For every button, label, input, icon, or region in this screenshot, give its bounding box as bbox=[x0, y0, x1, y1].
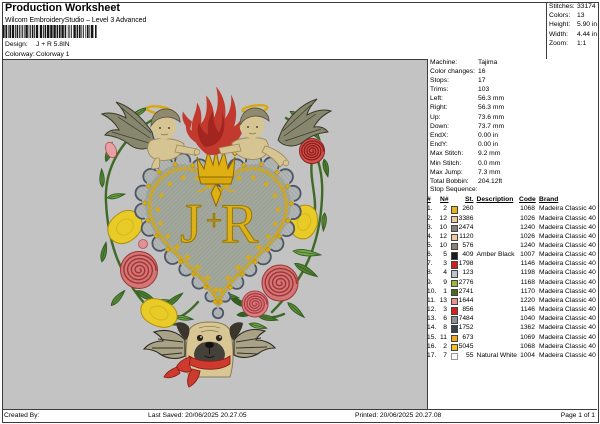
svg-text:J: J bbox=[180, 193, 202, 255]
svg-text:R: R bbox=[221, 193, 259, 255]
svg-text:+: + bbox=[206, 206, 222, 237]
